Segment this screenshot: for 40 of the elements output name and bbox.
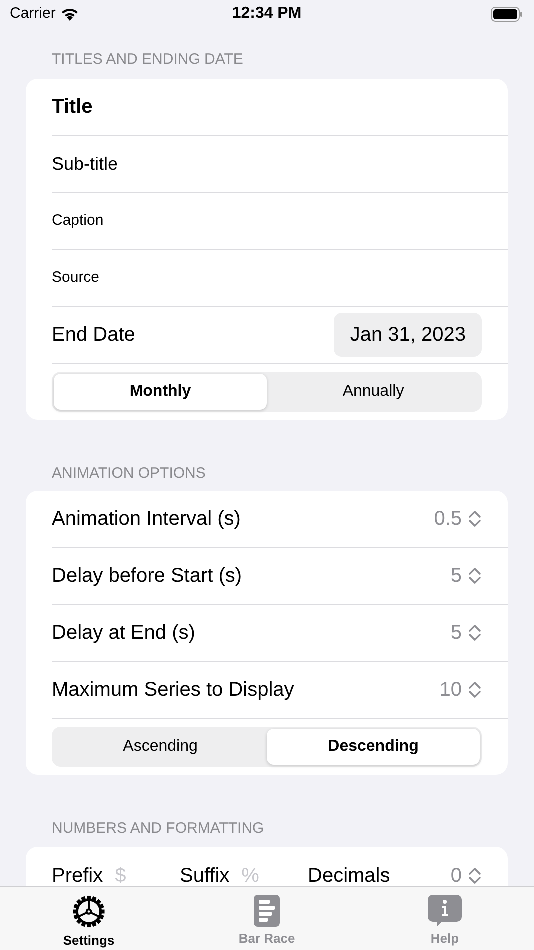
text-field[interactable]: Sub-title: [52, 150, 482, 178]
segment-tab[interactable]: Annually: [267, 374, 480, 410]
setting-value: 0.5: [434, 507, 462, 532]
setting-label: Decimals: [308, 864, 390, 886]
carrier-label: Carrier: [10, 4, 56, 24]
text-field[interactable]: %: [242, 860, 272, 886]
stepper-icon[interactable]: [468, 624, 482, 642]
bar-chart-icon: [254, 895, 280, 927]
segment-tab[interactable]: Ascending: [54, 729, 267, 765]
segment-tab[interactable]: Monthly: [54, 374, 267, 410]
stepper-icon[interactable]: [468, 510, 482, 528]
stepper-icon[interactable]: [468, 567, 482, 585]
setting-value: 0: [450, 864, 462, 886]
segment-tab[interactable]: Descending: [267, 729, 480, 765]
section-header: TITLES AND ENDING DATE: [51, 52, 244, 67]
setting-label: Animation Interval (s): [52, 507, 241, 532]
wifi-icon: [60, 8, 79, 20]
gear-icon: [72, 895, 106, 928]
section-header: ANIMATION OPTIONS: [51, 466, 207, 481]
text-field[interactable]: Source: [52, 266, 482, 290]
setting-value: 5: [450, 564, 462, 589]
text-field[interactable]: Caption: [52, 210, 482, 232]
setting-label: Prefix: [52, 864, 104, 886]
battery-icon: [491, 6, 523, 22]
setting-label: Maximum Series to Display: [52, 678, 294, 703]
setting-value: 10: [440, 678, 462, 703]
clock-label: 12:34 PM: [232, 4, 302, 24]
setting-label: Delay before Start (s): [52, 564, 242, 589]
info-bubble-icon: [428, 895, 462, 927]
section-header: NUMBERS AND FORMATTING: [51, 821, 266, 836]
setting-label: Delay at End (s): [52, 621, 196, 646]
stepper-icon[interactable]: [468, 866, 482, 884]
setting-value: 5: [450, 621, 462, 646]
stepper-icon[interactable]: [468, 681, 482, 699]
text-field[interactable]: Title: [52, 92, 482, 122]
date-picker[interactable]: Jan 31, 2023: [334, 313, 482, 357]
text-field[interactable]: $: [115, 860, 146, 886]
end-date-label: End Date: [52, 323, 136, 348]
setting-label: Suffix: [180, 864, 230, 886]
tab-bar-item[interactable]: Settings: [0, 887, 178, 950]
